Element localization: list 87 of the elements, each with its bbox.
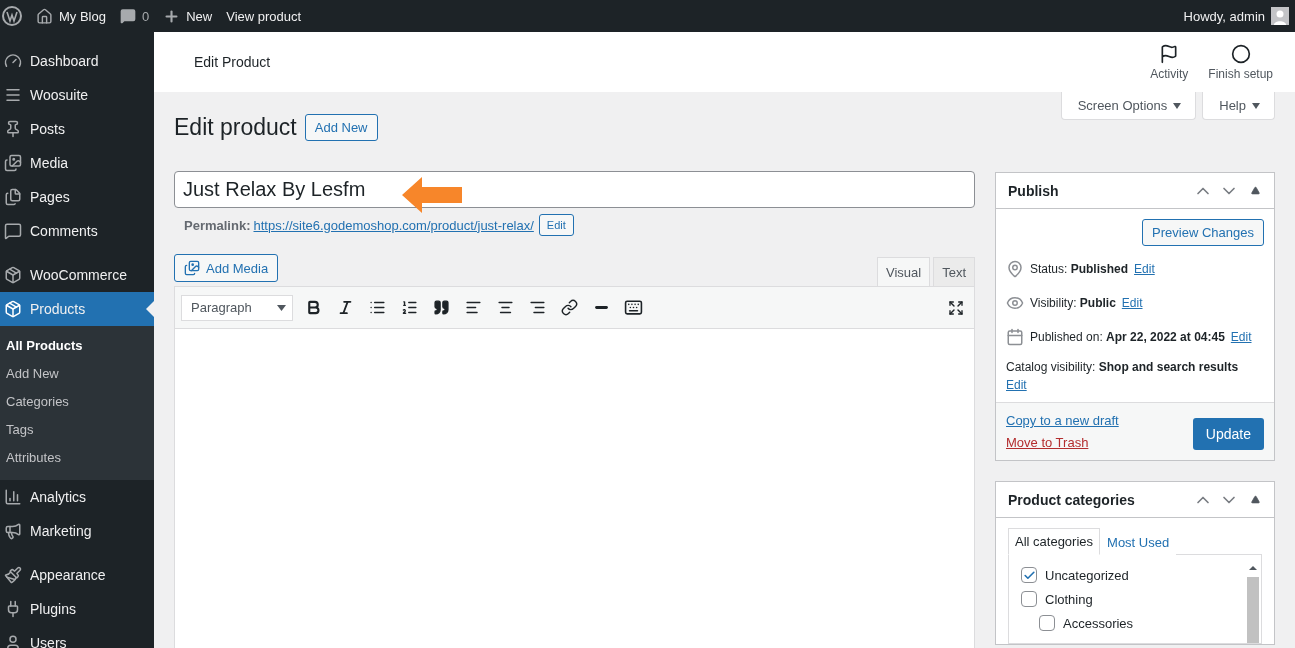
update-button[interactable]: Update bbox=[1192, 418, 1264, 450]
media-icon bbox=[184, 260, 200, 276]
edit-link[interactable]: Edit bbox=[1230, 330, 1252, 344]
header-action[interactable]: Activity bbox=[1140, 43, 1199, 81]
category-item[interactable]: Clothing bbox=[1021, 587, 1245, 611]
menu-item[interactable]: Pages bbox=[0, 180, 154, 214]
menu-icon bbox=[4, 566, 22, 584]
publish-info: Visibility: Public bbox=[1030, 296, 1116, 310]
logo-icon[interactable] bbox=[2, 6, 22, 26]
editor-tab[interactable]: Text bbox=[933, 257, 975, 286]
home-icon bbox=[36, 7, 53, 25]
menu-item[interactable]: Products bbox=[0, 292, 154, 326]
arrow-icon bbox=[402, 177, 464, 213]
menu-item[interactable]: Users bbox=[0, 626, 154, 648]
menu-icon bbox=[4, 154, 22, 172]
page-title: Edit product bbox=[174, 114, 297, 141]
trash-link[interactable]: Move to Trash bbox=[1006, 435, 1119, 450]
publish-info: Status: Published bbox=[1030, 262, 1129, 276]
avatar-icon bbox=[1271, 7, 1289, 25]
menu-icon bbox=[4, 488, 22, 506]
comments-link[interactable]: 0 bbox=[119, 8, 150, 24]
submenu-item[interactable]: Tags bbox=[0, 416, 154, 444]
category-item[interactable]: Accessories bbox=[1039, 611, 1245, 635]
menu-icon bbox=[4, 634, 22, 648]
comment-icon bbox=[119, 8, 136, 24]
caret-icon bbox=[1252, 102, 1260, 109]
account-menu[interactable]: Howdy, admin bbox=[1183, 7, 1289, 25]
title-field[interactable]: Just Relax By Lesfm bbox=[174, 171, 975, 208]
menu-item[interactable]: Analytics bbox=[0, 480, 154, 514]
menu-icon bbox=[4, 522, 22, 540]
menu-item[interactable]: Dashboard bbox=[0, 44, 154, 78]
submenu-item[interactable]: All Products bbox=[0, 332, 154, 360]
menu-item[interactable]: Media bbox=[0, 146, 154, 180]
permalink-link[interactable]: https://site6.godemoshop.com/product/just-relax/ bbox=[253, 217, 534, 233]
site-link[interactable]: My Blog bbox=[36, 7, 106, 25]
menu-icon bbox=[4, 300, 22, 318]
menu-item[interactable]: Woosuite bbox=[0, 78, 154, 112]
edit-link[interactable]: Edit bbox=[1006, 378, 1027, 392]
header-action[interactable]: Finish setup bbox=[1198, 43, 1283, 81]
copy-draft-link[interactable]: Copy to a new draft bbox=[1006, 413, 1119, 428]
checkbox[interactable] bbox=[1021, 567, 1037, 583]
add-new-button[interactable]: Add New bbox=[304, 114, 378, 141]
menu-icon bbox=[4, 188, 22, 206]
visibility-icon bbox=[1006, 294, 1024, 312]
menu-item[interactable]: Marketing bbox=[0, 514, 154, 548]
editor-tab[interactable]: Visual bbox=[876, 257, 931, 286]
edit-link[interactable]: Edit bbox=[1121, 296, 1143, 310]
checkbox[interactable] bbox=[1039, 615, 1055, 631]
menu-item[interactable]: Comments bbox=[0, 214, 154, 248]
panel-title: Publish bbox=[1008, 182, 1060, 199]
view-product-link[interactable]: View product bbox=[226, 8, 302, 24]
add-media-button[interactable]: Add Media bbox=[174, 254, 279, 282]
scrollbar[interactable] bbox=[1245, 563, 1261, 643]
date-icon bbox=[1006, 328, 1024, 346]
menu-icon bbox=[4, 266, 22, 284]
circle-icon bbox=[1230, 43, 1251, 64]
submenu-item[interactable]: Add New bbox=[0, 360, 154, 388]
format-select[interactable]: Paragraph bbox=[181, 294, 293, 321]
menu-icon bbox=[4, 86, 22, 104]
menu-icon bbox=[4, 52, 22, 70]
category-tab[interactable]: All categories bbox=[1008, 528, 1101, 555]
plus-icon bbox=[163, 7, 181, 25]
preview-button[interactable]: Preview Changes bbox=[1142, 219, 1264, 246]
flag-icon bbox=[1159, 43, 1180, 64]
menu-item[interactable]: Plugins bbox=[0, 592, 154, 626]
category-item[interactable]: Uncategorized bbox=[1021, 563, 1245, 587]
menu-item[interactable]: WooCommerce bbox=[0, 258, 154, 292]
screen-tab[interactable]: Help bbox=[1202, 92, 1275, 120]
menu-item[interactable]: Posts bbox=[0, 112, 154, 146]
new-link[interactable]: New bbox=[163, 7, 213, 25]
screen-tab[interactable]: Screen Options bbox=[1060, 92, 1197, 120]
submenu-item[interactable]: Categories bbox=[0, 388, 154, 416]
caret-icon bbox=[1173, 102, 1182, 109]
status-icon bbox=[1006, 260, 1024, 278]
edit-button[interactable]: Edit bbox=[538, 214, 574, 236]
caret-icon bbox=[277, 304, 286, 311]
menu-icon bbox=[4, 120, 22, 138]
header-title: Edit Product bbox=[194, 54, 272, 70]
edit-link[interactable]: Edit bbox=[1134, 262, 1155, 276]
publish-info: Catalog visibility: Shop and search results bbox=[1006, 360, 1239, 374]
menu-item[interactable]: Appearance bbox=[0, 558, 154, 592]
permalink-label: Permalink: bbox=[184, 217, 251, 233]
menu-icon bbox=[4, 222, 22, 240]
publish-info: Published on: Apr 22, 2022 at 04:45 bbox=[1030, 330, 1225, 344]
checkbox[interactable] bbox=[1021, 591, 1037, 607]
panel-title: Product categories bbox=[1008, 491, 1136, 508]
submenu-item[interactable]: Attributes bbox=[0, 444, 154, 472]
